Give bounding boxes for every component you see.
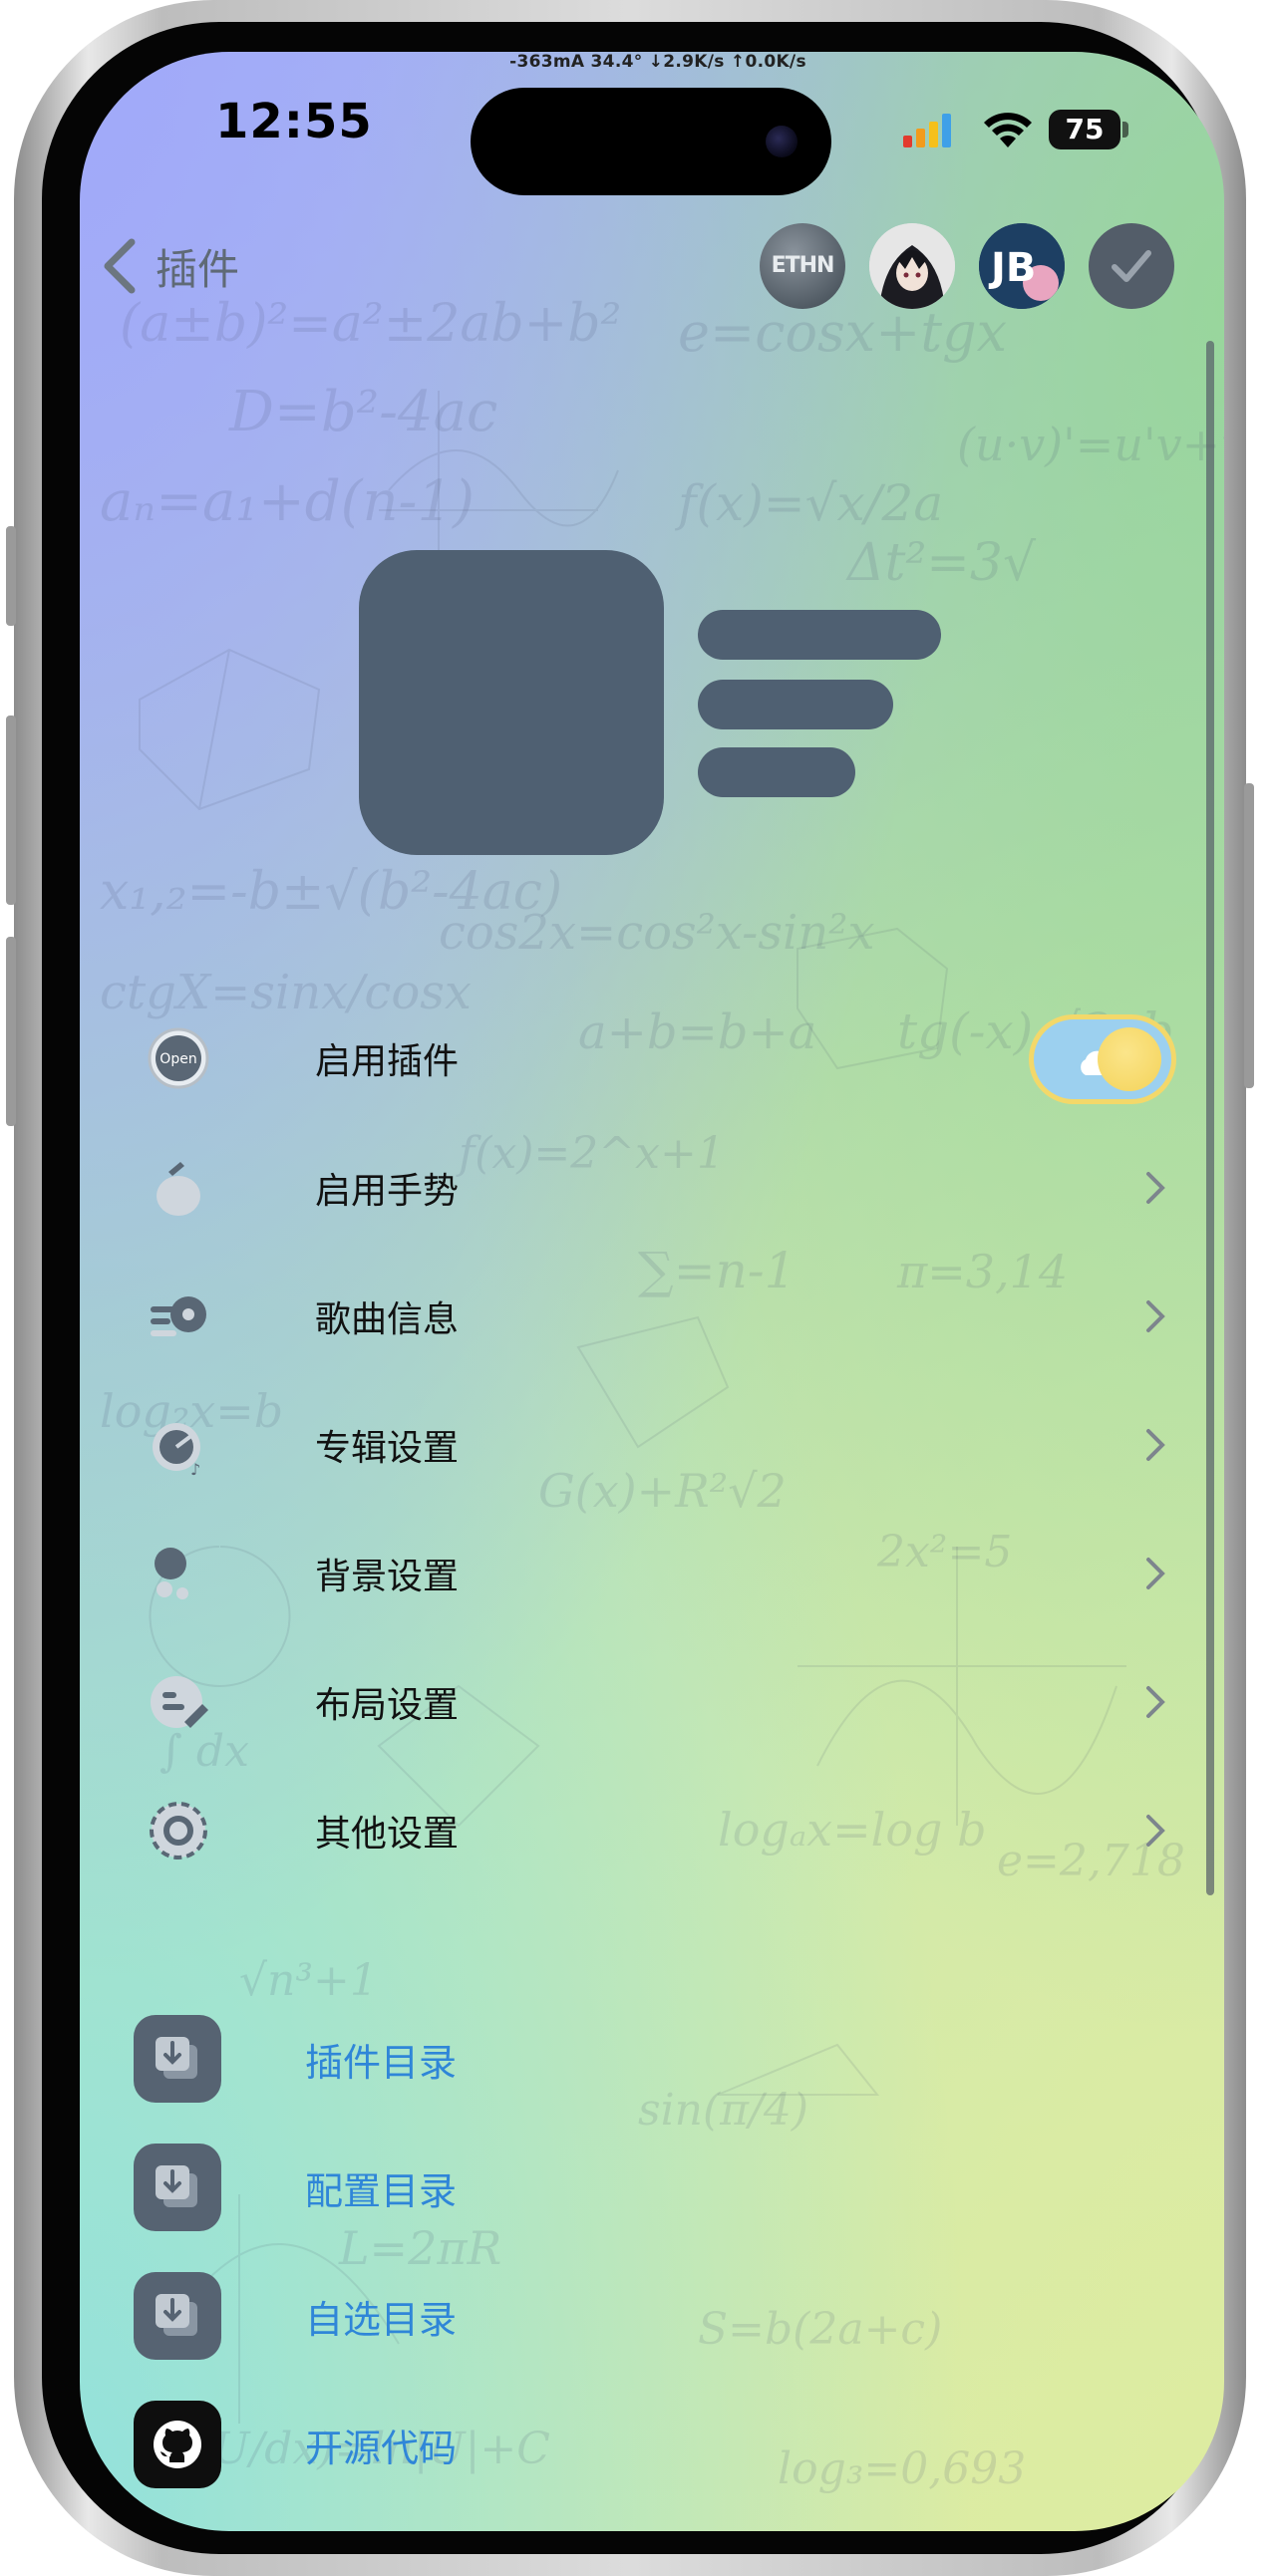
camera-icon xyxy=(766,126,798,157)
volume-down-button xyxy=(6,937,16,1126)
settings-row-other[interactable]: 其他设置 xyxy=(140,1781,1176,1880)
app-logo-bar-2 xyxy=(698,680,893,729)
plugin-directory-link[interactable]: 插件目录 xyxy=(130,2009,728,2109)
folder-download-icon xyxy=(134,2272,221,2360)
avatar-image xyxy=(869,223,955,309)
settings-row-layout[interactable]: 布局设置 xyxy=(140,1652,1176,1752)
volume-up-button xyxy=(6,716,16,905)
enable-plugin-toggle[interactable] xyxy=(1029,1014,1176,1104)
svg-text:(u·v)'=u'v+uv': (u·v)'=u'v+uv' xyxy=(957,418,1224,471)
settings-row-label: 启用手势 xyxy=(315,1171,460,1212)
dynamic-island xyxy=(471,88,831,195)
settings-row-label: 其他设置 xyxy=(315,1814,460,1855)
svg-text:e=cosx+tgx: e=cosx+tgx xyxy=(678,301,1007,364)
chevron-left-icon xyxy=(104,238,136,294)
svg-text:f(x)=√x/2a: f(x)=√x/2a xyxy=(674,474,943,532)
config-directory-link[interactable]: 配置目录 xyxy=(130,2138,728,2237)
open-icon-text: Open xyxy=(160,1051,196,1067)
check-icon[interactable] xyxy=(1089,223,1174,309)
other-settings-icon xyxy=(144,1796,213,1865)
svg-text:√n³+1: √n³+1 xyxy=(239,1955,378,2006)
settings-row-enable-plugin[interactable]: Open 启用插件 xyxy=(140,1008,1176,1108)
chevron-right-icon xyxy=(1146,1815,1165,1847)
svg-text:Δt²=3√: Δt²=3√ xyxy=(845,533,1037,593)
open-icon: Open xyxy=(144,1023,213,1093)
settings-row-label: 启用插件 xyxy=(315,1041,460,1082)
avatar-icon[interactable] xyxy=(869,223,955,309)
chevron-right-icon xyxy=(1146,1558,1165,1589)
link-label: 开源代码 xyxy=(305,2426,458,2470)
jb-icon[interactable]: JB xyxy=(979,223,1065,309)
battery-cap xyxy=(1122,122,1128,138)
settings-row-song-info[interactable]: 歌曲信息 xyxy=(140,1267,1176,1366)
background-icon xyxy=(144,1539,213,1608)
settings-row-label: 歌曲信息 xyxy=(315,1299,460,1340)
page-title: 插件 xyxy=(156,244,240,294)
checkmark-glyph xyxy=(1112,250,1151,282)
status-info-text: -363mA 34.4° ↓2.9K/s ↑0.0K/s xyxy=(509,52,806,72)
back-button[interactable]: 插件 xyxy=(100,231,239,301)
cellular-signal-icon xyxy=(903,114,951,147)
svg-text:D=b²-4ac: D=b²-4ac xyxy=(228,380,497,444)
github-icon xyxy=(134,2401,221,2488)
phone-frame: (a±b)²=a²±2ab+b² D=b²-4ac aₙ=a₁+d(n-1) e… xyxy=(6,0,1254,2576)
chevron-right-icon xyxy=(1146,1172,1165,1204)
app-logo-bar-3 xyxy=(698,747,855,797)
svg-text:cos2x=cos²x-sin²x: cos2x=cos²x-sin²x xyxy=(439,905,875,961)
action-button xyxy=(6,526,16,626)
svg-text:♪: ♪ xyxy=(190,1460,200,1477)
link-label: 配置目录 xyxy=(305,2168,458,2213)
app-logo-bar-1 xyxy=(698,610,941,660)
settings-row-label: 背景设置 xyxy=(315,1557,460,1597)
wifi-icon xyxy=(984,113,1032,147)
link-label: 插件目录 xyxy=(305,2040,458,2085)
layout-icon xyxy=(144,1667,213,1737)
jb-logo: JB xyxy=(979,223,1065,309)
settings-row-album[interactable]: ♪ 专辑设置 xyxy=(140,1395,1176,1495)
settings-row-label: 布局设置 xyxy=(315,1685,460,1726)
settings-row-background[interactable]: 背景设置 xyxy=(140,1524,1176,1623)
svg-text:aₙ=a₁+d(n-1): aₙ=a₁+d(n-1) xyxy=(100,469,475,534)
battery-indicator: 75 xyxy=(1049,110,1120,149)
settings-row-label: 专辑设置 xyxy=(315,1428,460,1469)
app-logo-square xyxy=(359,550,664,855)
status-time: 12:55 xyxy=(215,94,373,149)
folder-download-icon xyxy=(134,2015,221,2103)
chevron-right-icon xyxy=(1146,1300,1165,1332)
eth-icon[interactable]: ETHN xyxy=(760,223,845,309)
side-button xyxy=(1244,783,1254,1088)
album-icon: ♪ xyxy=(144,1410,213,1480)
jb-icon-text: JB xyxy=(988,245,1036,291)
song-info-icon xyxy=(144,1282,213,1351)
gesture-icon xyxy=(144,1153,213,1223)
svg-text:log₃=0,693: log₃=0,693 xyxy=(778,2443,1026,2494)
chevron-right-icon xyxy=(1146,1429,1165,1461)
screen: (a±b)²=a²±2ab+b² D=b²-4ac aₙ=a₁+d(n-1) e… xyxy=(80,52,1224,2531)
chevron-right-icon xyxy=(1146,1686,1165,1718)
svg-text:S=b(2a+c): S=b(2a+c) xyxy=(698,2304,942,2355)
scrollbar[interactable] xyxy=(1206,341,1214,1895)
link-label: 自选目录 xyxy=(305,2297,458,2342)
toggle-knob xyxy=(1098,1027,1161,1091)
folder-download-icon xyxy=(134,2144,221,2231)
custom-directory-link[interactable]: 自选目录 xyxy=(130,2266,728,2366)
settings-row-gesture[interactable]: 启用手势 xyxy=(140,1138,1176,1238)
svg-text:(a±b)²=a²±2ab+b²: (a±b)²=a²±2ab+b² xyxy=(120,294,621,354)
source-code-link[interactable]: 开源代码 xyxy=(130,2395,728,2494)
